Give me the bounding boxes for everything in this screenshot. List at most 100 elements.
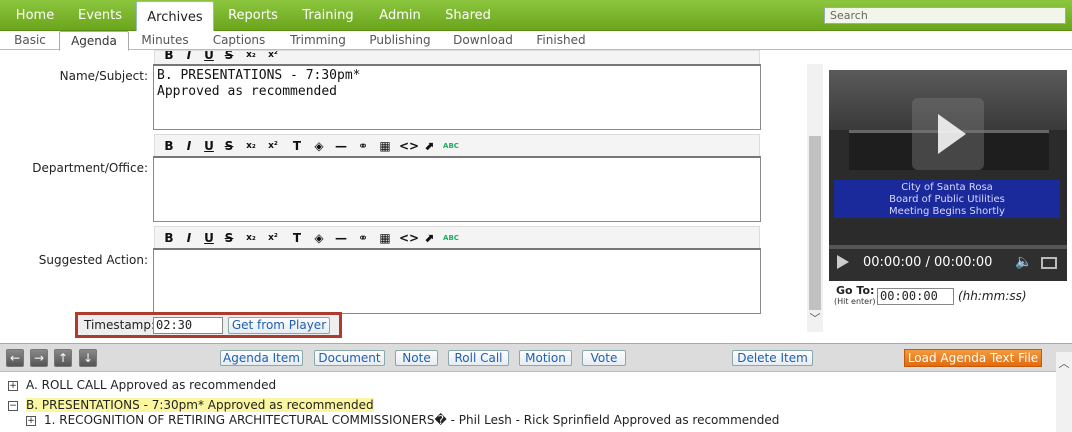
text-color-icon[interactable]: T — [289, 230, 305, 246]
banner-line-2: Board of Public Utilities — [889, 194, 1005, 205]
move-up-icon[interactable]: ↑ — [54, 349, 72, 367]
italic-icon[interactable]: I — [181, 230, 197, 246]
strikethrough-icon[interactable]: S — [221, 230, 237, 246]
sub-nav: Basic Agenda Minutes Captions Trimming P… — [0, 31, 1072, 51]
expand-icon[interactable]: + — [26, 415, 36, 426]
agenda-tree: + A. ROLL CALL Approved as recommended − B… — [0, 372, 1054, 432]
bold-icon[interactable]: B — [161, 51, 177, 63]
agenda-row-text: A. ROLL CALL Approved as recommended — [26, 378, 277, 392]
name-subject-editor[interactable]: B. PRESENTATIONS - 7:30pm* Approved as r… — [153, 64, 761, 130]
tab-reports[interactable]: Reports — [222, 0, 284, 31]
video-player[interactable]: City of Santa Rosa Board of Public Utili… — [829, 70, 1067, 245]
spellcheck-icon[interactable]: ABC — [443, 230, 459, 246]
video-banner: City of Santa Rosa Board of Public Utili… — [834, 180, 1060, 218]
vote-button[interactable]: Vote — [582, 350, 626, 366]
text-color-icon[interactable]: T — [289, 138, 305, 154]
form-scrollbar[interactable] — [807, 64, 823, 332]
move-left-icon[interactable]: ← — [6, 349, 24, 367]
subtab-download[interactable]: Download — [448, 31, 518, 50]
suggested-action-editor[interactable] — [153, 248, 761, 314]
note-button[interactable]: Note — [395, 350, 438, 366]
maximize-icon[interactable]: ⬈ — [421, 138, 437, 154]
subtab-finished[interactable]: Finished — [530, 31, 592, 50]
load-agenda-text-file-button[interactable]: Load Agenda Text File — [904, 349, 1042, 367]
agenda-row[interactable]: + A. ROLL CALL Approved as recommended — [8, 378, 276, 392]
move-right-icon[interactable]: → — [30, 349, 48, 367]
timestamp-label: Timestamp: — [84, 318, 156, 332]
delete-item-button[interactable]: Delete Item — [732, 350, 813, 366]
horizontal-rule-icon[interactable]: — — [333, 138, 349, 154]
agenda-row[interactable]: +1. RECOGNITION OF RETIRING ARCHITECTURA… — [26, 413, 779, 427]
strikethrough-icon[interactable]: S — [221, 138, 237, 154]
link-icon[interactable]: ⚭ — [355, 138, 371, 154]
roll-call-button[interactable]: Roll Call — [448, 350, 509, 366]
underline-icon[interactable]: U — [201, 138, 217, 154]
link-icon[interactable]: ⚭ — [355, 230, 371, 246]
italic-icon[interactable]: I — [181, 51, 197, 63]
department-label: Department/Office: — [32, 161, 148, 175]
fullscreen-icon[interactable] — [1041, 257, 1057, 269]
department-editor[interactable] — [153, 156, 761, 222]
italic-icon[interactable]: I — [181, 138, 197, 154]
goto-input[interactable]: 00:00:00 — [877, 288, 954, 305]
subtab-basic[interactable]: Basic — [8, 31, 52, 50]
tab-training[interactable]: Training — [296, 0, 360, 31]
subtab-agenda[interactable]: Agenda — [59, 31, 129, 51]
bold-icon[interactable]: B — [161, 138, 177, 154]
expand-icon[interactable]: + — [8, 380, 18, 391]
subtab-publishing[interactable]: Publishing — [364, 31, 436, 50]
move-down-icon[interactable]: ↓ — [79, 349, 97, 367]
play-icon[interactable] — [837, 255, 849, 269]
tab-events[interactable]: Events — [70, 0, 130, 31]
tab-admin[interactable]: Admin — [372, 0, 428, 31]
subtab-trimming[interactable]: Trimming — [284, 31, 352, 50]
name-subject-label: Name/Subject: — [59, 69, 148, 83]
scroll-down-icon[interactable]: ﹀ — [807, 311, 823, 327]
spellcheck-icon[interactable]: ABC — [443, 138, 459, 154]
agenda-row-selected[interactable]: − B. PRESENTATIONS - 7:30pm* Approved as … — [8, 398, 374, 412]
tab-home[interactable]: Home — [8, 0, 62, 31]
search-input[interactable]: Search — [824, 7, 1066, 24]
table-icon[interactable]: ▦ — [377, 230, 393, 246]
agenda-item-button[interactable]: Agenda Item — [220, 350, 303, 366]
maximize-icon[interactable]: ⬈ — [421, 230, 437, 246]
tab-shared[interactable]: Shared — [440, 0, 496, 31]
subscript-icon[interactable]: x₂ — [243, 51, 259, 63]
underline-icon[interactable]: U — [201, 230, 217, 246]
horizontal-rule-icon[interactable]: — — [333, 230, 349, 246]
subscript-icon[interactable]: x₂ — [243, 230, 259, 246]
motion-button[interactable]: Motion — [519, 350, 572, 366]
source-code-icon[interactable]: <> — [399, 138, 419, 154]
fill-color-icon[interactable]: ◈ — [311, 230, 327, 246]
strikethrough-icon[interactable]: S — [221, 51, 237, 63]
superscript-icon[interactable]: x² — [265, 138, 281, 154]
subtab-minutes[interactable]: Minutes — [136, 31, 194, 50]
goto-hint: (hh:mm:ss) — [958, 289, 1027, 303]
play-overlay-icon[interactable] — [912, 98, 984, 170]
underline-icon[interactable]: U — [201, 51, 217, 63]
fill-color-icon[interactable]: ◈ — [311, 138, 327, 154]
department-editor-toolbar: B I U S x₂ x² T ◈ — ⚭ ▦ <> ⬈ ABC — [154, 134, 760, 156]
agenda-scrollbar[interactable]: ︿ — [1056, 352, 1072, 432]
timestamp-input[interactable]: 02:30 — [153, 317, 223, 334]
source-code-icon[interactable]: <> — [399, 230, 419, 246]
subtab-captions[interactable]: Captions — [206, 31, 272, 50]
video-progress[interactable] — [829, 245, 1067, 249]
superscript-icon[interactable]: x² — [265, 230, 281, 246]
scroll-thumb[interactable] — [809, 136, 821, 310]
volume-icon[interactable]: 🔈 — [1015, 254, 1032, 270]
get-from-player-button[interactable]: Get from Player — [228, 317, 330, 334]
collapse-icon[interactable]: − — [8, 400, 18, 411]
agenda-row-text: 1. RECOGNITION OF RETIRING ARCHITECTURAL… — [44, 413, 780, 427]
document-button[interactable]: Document — [314, 350, 385, 366]
video-time: 00:00:00 / 00:00:00 — [863, 255, 993, 270]
banner-line-3: Meeting Begins Shortly — [889, 206, 1005, 217]
table-icon[interactable]: ▦ — [377, 138, 393, 154]
tab-archives[interactable]: Archives — [136, 1, 214, 31]
bold-icon[interactable]: B — [161, 230, 177, 246]
agenda-scroll-up-icon[interactable]: ︿ — [1056, 356, 1072, 372]
top-nav: Home Events Archives Reports Training Ad… — [0, 0, 1072, 31]
banner-line-1: City of Santa Rosa — [901, 182, 993, 193]
subscript-icon[interactable]: x₂ — [243, 138, 259, 154]
superscript-icon[interactable]: x² — [265, 51, 281, 63]
